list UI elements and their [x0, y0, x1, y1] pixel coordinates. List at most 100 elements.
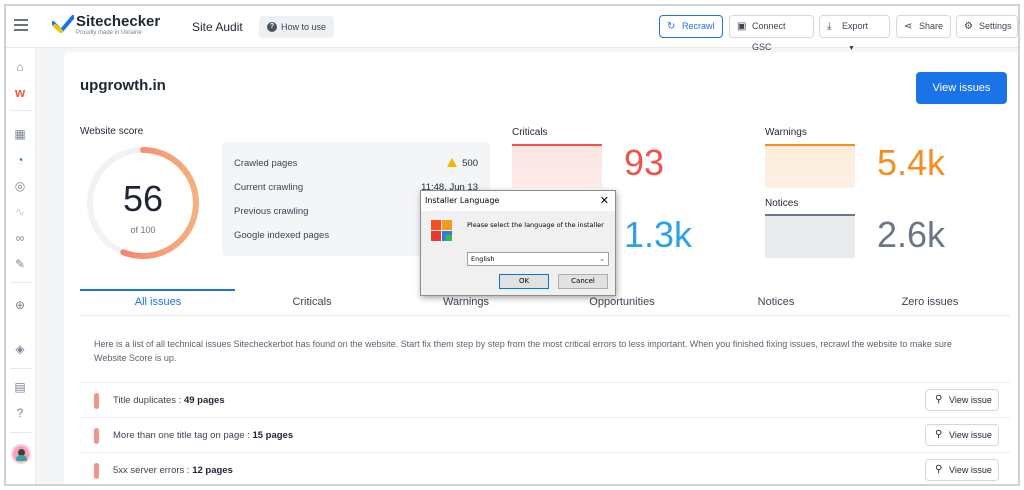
chevron-down-icon: ▼ — [848, 45, 855, 52]
issue-count: 15 pages — [252, 430, 294, 441]
tab-notices[interactable]: Notices — [716, 296, 836, 308]
ok-button[interactable]: OK — [499, 274, 549, 289]
sidebar: ⌂ w ▦ ◔ ◎ ∿ ∞ ✎ ⊕ ◈ ▤ ? — [6, 48, 36, 484]
selected-language: English — [471, 255, 495, 263]
view-issue-label: View issue — [949, 430, 992, 440]
crawled-pages-value: 500 — [447, 158, 478, 169]
language-select[interactable]: English ⌄ — [467, 252, 609, 266]
warnings-chart — [765, 144, 855, 188]
notices-label: Notices — [765, 198, 799, 209]
recrawl-label: Recrawl — [682, 21, 715, 31]
opportunities-value[interactable]: 1.3k — [624, 214, 692, 256]
close-icon[interactable]: ✕ — [600, 191, 609, 211]
connect-gsc-button[interactable]: ▣ Connect GSC — [729, 15, 814, 52]
app-window: Sitechecker Proudly made in Ukraine Site… — [4, 4, 1020, 486]
share-button[interactable]: ⋖ Share — [896, 15, 951, 38]
view-issues-button[interactable]: View issues — [916, 72, 1007, 104]
menu-icon[interactable] — [14, 19, 28, 33]
score-max: of 100 — [130, 225, 156, 235]
view-issue-button[interactable]: ⚲ View issue — [925, 459, 999, 481]
search-icon: ⚲ — [935, 429, 943, 440]
issue-row[interactable]: 5xx server errors : 12 pages ⚲ View issue — [80, 452, 1010, 484]
connect-gsc-label: Connect GSC — [752, 21, 786, 52]
brand-tagline: Proudly made in Ukraine — [76, 30, 142, 36]
issue-row[interactable]: Title duplicates : 49 pages ⚲ View issue — [80, 382, 1010, 417]
tab-criticals[interactable]: Criticals — [252, 296, 372, 308]
notices-value[interactable]: 2.6k — [877, 214, 945, 256]
search-icon: ⚲ — [935, 464, 943, 475]
cancel-button[interactable]: Cancel — [558, 274, 608, 289]
issue-text: More than one title tag on page : 15 pag… — [113, 430, 293, 441]
download-icon: ⤓ — [827, 21, 832, 32]
view-issue-label: View issue — [949, 395, 992, 405]
sidebar-divider — [10, 282, 32, 283]
previous-crawling-label: Previous crawling — [234, 206, 309, 217]
rank-tracker-icon[interactable]: ∿ — [13, 205, 27, 219]
gsc-icon: ▣ — [737, 21, 747, 32]
current-crawling-label: Current crawling — [234, 182, 304, 193]
criticals-value[interactable]: 93 — [624, 142, 664, 184]
notices-chart — [765, 214, 855, 258]
magic-tools-icon[interactable]: ✎ — [13, 257, 27, 271]
severity-indicator — [94, 428, 99, 444]
tab-warnings[interactable]: Warnings — [406, 296, 526, 308]
sitechecker-logo — [52, 15, 74, 33]
export-label: Export — [842, 21, 869, 31]
dialog-title: Installer Language — [421, 191, 615, 211]
active-tab-indicator — [80, 289, 235, 291]
page-title: upgrowth.in — [80, 77, 166, 94]
monitoring-icon[interactable]: ◎ — [13, 179, 27, 193]
sidebar-divider — [10, 368, 32, 369]
severity-indicator — [94, 463, 99, 479]
tab-opportunities[interactable]: Opportunities — [562, 296, 682, 308]
billing-icon[interactable]: ▤ — [13, 380, 27, 394]
issues-description: Here is a list of all technical issues S… — [94, 339, 952, 363]
add-project-icon[interactable]: ⊕ — [13, 298, 27, 312]
criticals-chart — [512, 144, 602, 188]
crawled-pages-count: 500 — [462, 158, 478, 169]
avatar[interactable] — [11, 444, 31, 464]
recrawl-button[interactable]: ↻ Recrawl — [659, 15, 723, 38]
sidebar-divider — [10, 432, 32, 433]
top-bar: Sitechecker Proudly made in Ukraine Site… — [6, 6, 1018, 52]
home-icon[interactable]: ⌂ — [13, 60, 27, 74]
dialog-message: Please select the language of the instal… — [467, 221, 604, 229]
warnings-label: Warnings — [765, 127, 807, 138]
compass-icon[interactable]: ◈ — [13, 342, 27, 356]
issue-row[interactable]: More than one title tag on page : 15 pag… — [80, 417, 1010, 452]
backlinks-icon[interactable]: ∞ — [13, 231, 27, 245]
section-title: Site Audit — [192, 20, 243, 34]
view-issue-button[interactable]: ⚲ View issue — [925, 424, 999, 446]
criticals-label: Criticals — [512, 127, 548, 138]
question-icon: ? — [267, 22, 277, 32]
export-dropdown[interactable]: ⤓ Export ▼ — [819, 15, 890, 52]
settings-label: Settings — [979, 21, 1012, 31]
issue-label: More than one title tag on page : — [113, 430, 250, 441]
how-to-use-button[interactable]: ? How to use — [259, 16, 335, 38]
view-issue-button[interactable]: ⚲ View issue — [925, 389, 999, 411]
wordpress-plugin-icon[interactable]: w — [13, 86, 27, 100]
tab-all-issues[interactable]: All issues — [98, 296, 218, 308]
brand-name[interactable]: Sitechecker — [76, 13, 160, 30]
dashboard-icon[interactable]: ▦ — [13, 127, 27, 141]
gear-icon: ⚙ — [964, 21, 973, 32]
installer-language-dialog: Installer Language ✕ Please select the l… — [420, 190, 616, 296]
issue-count: 49 pages — [183, 395, 225, 406]
help-icon[interactable]: ? — [13, 406, 27, 420]
settings-button[interactable]: ⚙ Settings — [956, 15, 1018, 38]
search-icon: ⚲ — [935, 394, 943, 405]
tab-zero-issues[interactable]: Zero issues — [870, 296, 990, 308]
issue-text: 5xx server errors : 12 pages — [113, 465, 233, 476]
view-issue-label: View issue — [949, 465, 992, 475]
refresh-icon: ↻ — [667, 21, 676, 32]
installer-icon — [431, 220, 453, 242]
how-to-use-label: How to use — [281, 22, 327, 32]
google-indexed-label: Google indexed pages — [234, 230, 330, 241]
sidebar-divider — [10, 110, 32, 111]
site-audit-icon[interactable]: ◔ — [13, 153, 27, 167]
issue-label: Title duplicates : — [113, 395, 182, 406]
chevron-down-icon: ⌄ — [599, 255, 605, 263]
warnings-value[interactable]: 5.4k — [877, 142, 945, 184]
issue-count: 12 pages — [192, 465, 233, 476]
website-score-label: Website score — [80, 126, 144, 137]
